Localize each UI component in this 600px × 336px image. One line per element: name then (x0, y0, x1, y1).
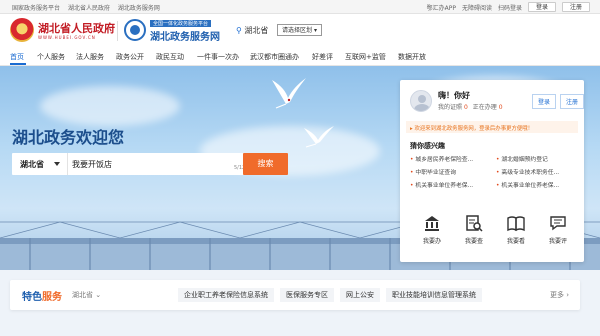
nav-supervision[interactable]: 互联网+监管 (345, 52, 386, 62)
top-right-links: 鄂汇办APP 无障碍阅读 扫码登录 登录 注册 (427, 2, 590, 12)
link-national-platform[interactable]: 国家政务服务平台 (12, 5, 60, 12)
nav-home[interactable]: 首页 (10, 52, 24, 62)
header-divider (117, 21, 118, 41)
caret-down-icon (54, 162, 60, 166)
feature-region-select[interactable]: 湖北省 ⌄ (72, 290, 101, 300)
quick-actions: 我要办 我要查 我要看 我要评 (410, 212, 578, 256)
hero-welcome-title: 湖北政务欢迎您 (12, 128, 125, 147)
list-item[interactable]: 湖北婚姻预约登记 (496, 154, 547, 163)
top-login-button[interactable]: 登录 (527, 2, 556, 12)
region-select-button[interactable]: 请选择区划 ▾ (277, 24, 322, 36)
panel-login-button[interactable]: 登录 (532, 94, 557, 109)
top-register-button[interactable]: 注册 (561, 2, 590, 12)
feature-services-bar: 特色服务 湖北省 ⌄ 企业职工养老保险信息系统 医保服务专区 网上公安 职业技能… (10, 280, 580, 310)
list-item[interactable]: 高级专业技术职务任... (496, 167, 559, 176)
gov-name[interactable]: 湖北省人民政府 (38, 20, 115, 36)
welcome-notice-text: 欢迎来到湖北政务服务网，登录后办事更方便哦！ (414, 126, 534, 132)
feature-title: 特色服务 (22, 288, 62, 303)
list-item[interactable]: 机关事业单位养老保... (496, 180, 559, 189)
location-label: 湖北省 (244, 26, 269, 35)
feature-tab-police[interactable]: 网上公安 (340, 288, 380, 302)
search-doc-icon (466, 215, 483, 232)
action-apply-button[interactable]: 我要办 (412, 212, 452, 252)
link-hubei-service[interactable]: 湖北政务服务网 (118, 5, 160, 12)
nav-disclosure[interactable]: 政务公开 (116, 52, 144, 62)
action-query-button[interactable]: 我要查 (454, 212, 494, 252)
panel-register-button[interactable]: 注册 (559, 94, 584, 109)
action-view-button[interactable]: 我要看 (496, 212, 536, 252)
action-apply-label: 我要办 (422, 238, 441, 245)
feature-tab-training[interactable]: 职业技能培训信息管理系统 (386, 288, 482, 302)
nav-wuhan-metro[interactable]: 武汉都市圈通办 (250, 52, 299, 62)
action-rate-label: 我要评 (548, 238, 567, 245)
certificates-label[interactable]: 我的证照 (438, 104, 462, 111)
feature-title-b: 服务 (42, 292, 62, 303)
current-location: ⚲ 湖北省 (236, 25, 268, 36)
list-item[interactable]: 城乡居民养老保险查... (410, 154, 473, 163)
cloud (40, 86, 180, 126)
feature-tabs: 企业职工养老保险信息系统 医保服务专区 网上公安 职业技能培训信息管理系统 (178, 288, 482, 302)
service-name[interactable]: 湖北政务服务网 (150, 28, 220, 43)
megaphone-icon: ▸ (410, 126, 413, 132)
gov-domain: WWW.HUBEI.GOV.CN (38, 35, 96, 40)
panel-auth-links: 登录 注册 (530, 94, 584, 109)
top-left-links: 国家政务服务平台 湖北省人民政府 湖北政务服务网 (12, 3, 166, 12)
search-region-select[interactable]: 湖北省 (12, 153, 68, 175)
avatar (410, 90, 432, 112)
list-item[interactable]: 机关事业单位养老保... (410, 180, 473, 189)
list-item[interactable]: 中职毕业证查询 (410, 167, 456, 176)
book-icon (507, 216, 525, 232)
region-select-label: 请选择区划 (282, 27, 313, 34)
action-rate-button[interactable]: 我要评 (538, 212, 578, 252)
feature-title-a: 特色 (22, 292, 42, 303)
interest-title: 猜你感兴趣 (410, 142, 445, 150)
national-emblem-icon (10, 18, 34, 42)
feature-more-link[interactable]: 更多 › (550, 290, 569, 300)
main-nav: 首页 个人服务 法人服务 政务公开 政民互动 一件事一次办 武汉都市圈通办 好差… (0, 48, 600, 66)
search-button[interactable]: 搜索 (243, 153, 288, 175)
service-tagline: 全国一体化政务服务平台 (150, 20, 212, 27)
comment-icon (550, 216, 566, 231)
in-progress-count: 0 (498, 104, 503, 111)
site-header: 湖北省人民政府 WWW.HUBEI.GOV.CN 全国一体化政务服务平台 湖北政… (0, 14, 600, 48)
user-panel: 嗨！你好 我的证照 0 正在办理 0 登录 注册 ▸ 欢迎来到湖北政务服务网，登录后… (400, 80, 584, 262)
user-stats: 我的证照 0 正在办理 0 (438, 102, 506, 111)
chevron-down-icon: ⌄ (95, 291, 102, 299)
chevron-down-icon: ▾ (313, 27, 317, 34)
nav-one-thing[interactable]: 一件事一次办 (197, 52, 239, 62)
certificates-count: 0 (464, 104, 468, 111)
search-input[interactable] (72, 155, 242, 173)
building-icon (425, 216, 439, 231)
top-utility-bar: 国家政务服务平台 湖北省人民政府 湖北政务服务网 鄂汇办APP 无障碍阅读 扫码… (0, 0, 600, 14)
nav-rating[interactable]: 好差评 (312, 52, 333, 62)
link-hubei-gov[interactable]: 湖北省人民政府 (68, 5, 110, 12)
service-logo-icon (124, 19, 146, 41)
feature-region-label: 湖北省 (72, 291, 93, 299)
link-qr-login[interactable]: 扫码登录 (498, 3, 522, 12)
nav-open-data[interactable]: 数据开放 (398, 52, 426, 62)
nav-interaction[interactable]: 政民互动 (156, 52, 184, 62)
welcome-notice: ▸ 欢迎来到湖北政务服务网，登录后办事更方便哦！ (406, 121, 578, 133)
action-query-label: 我要查 (464, 238, 483, 245)
feature-more-label: 更多 (550, 291, 564, 299)
crane-bird-icon (304, 126, 334, 148)
crane-bird-icon (272, 78, 306, 109)
nav-active-indicator (10, 63, 26, 65)
location-pin-icon: ⚲ (236, 26, 242, 35)
chevron-right-icon: › (566, 291, 570, 299)
link-accessibility[interactable]: 无障碍阅读 (462, 3, 492, 12)
nav-personal[interactable]: 个人服务 (37, 52, 65, 62)
feature-tab-medical[interactable]: 医保服务专区 (280, 288, 334, 302)
search-region-label: 湖北省 (20, 160, 44, 169)
greeting: 嗨！你好 (438, 91, 470, 100)
action-view-label: 我要看 (506, 238, 525, 245)
in-progress-label[interactable]: 正在办理 (473, 104, 497, 111)
link-app[interactable]: 鄂汇办APP (427, 3, 456, 12)
feature-tab-pension[interactable]: 企业职工养老保险信息系统 (178, 288, 274, 302)
nav-corporate[interactable]: 法人服务 (76, 52, 104, 62)
